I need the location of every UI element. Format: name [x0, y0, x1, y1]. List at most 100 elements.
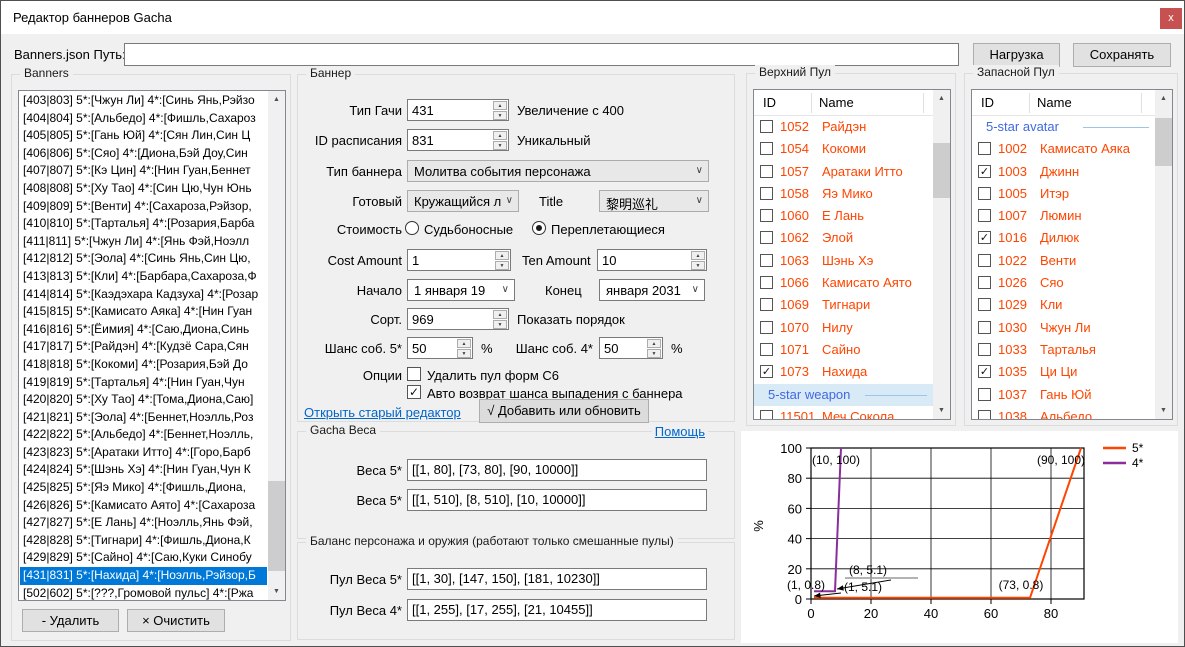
row-checkbox[interactable] — [760, 343, 773, 356]
cost-amount-input[interactable]: 1▲▼ — [407, 249, 511, 271]
chevron-down-icon[interactable]: ∨ — [506, 195, 513, 206]
spin-up-icon[interactable]: ▲ — [495, 251, 509, 260]
list-item[interactable]: [428|828] 5*:[Тигнари] 4*:[Фишль,Диона,К — [20, 532, 267, 550]
table-row[interactable]: 1033Тарталья — [972, 339, 1155, 361]
column-header-id[interactable]: ID — [981, 95, 994, 110]
row-checkbox[interactable] — [978, 321, 991, 334]
delete-banner-button[interactable]: - Удалить — [22, 609, 119, 632]
weights5-input[interactable]: [[1, 80], [73, 80], [90, 10000]] — [407, 459, 707, 481]
remove-c6-pool-checkbox[interactable] — [407, 367, 421, 381]
row-checkbox[interactable]: ✓ — [760, 365, 773, 378]
pool-weights5-input[interactable]: [[1, 30], [147, 150], [181, 10230]] — [407, 568, 707, 590]
list-item[interactable]: [414|814] 5*:[Каэдэхара Кадзуха] 4*:[Роз… — [20, 286, 267, 304]
row-checkbox[interactable] — [978, 142, 991, 155]
spin-up-icon[interactable]: ▲ — [647, 339, 661, 348]
reserve-pool-listview[interactable]: ID Name 5-star avatar1002Камисато Аяка✓1… — [971, 89, 1173, 420]
table-row[interactable]: 1057Аратаки Итто — [754, 161, 933, 183]
table-row[interactable]: 1071Сайно — [754, 339, 933, 361]
spin-up-icon[interactable]: ▲ — [493, 131, 507, 140]
list-item[interactable]: [431|831] 5*:[Нахида] 4*:[Ноэлль,Рэйзор,… — [20, 567, 267, 585]
table-row[interactable]: 1005Итэр — [972, 183, 1155, 205]
row-checkbox[interactable] — [760, 187, 773, 200]
list-item[interactable]: [424|824] 5*:[Шэнь Хэ] 4*:[Нин Гуан,Чун … — [20, 461, 267, 479]
spin-down-icon[interactable]: ▼ — [495, 261, 509, 270]
row-checkbox[interactable] — [760, 410, 773, 419]
scroll-thumb[interactable] — [268, 481, 285, 571]
row-checkbox[interactable] — [760, 231, 773, 244]
list-item[interactable]: [409|809] 5*:[Венти] 4*:[Сахароза,Рэйзор… — [20, 198, 267, 216]
table-row[interactable]: 1069Тигнари — [754, 294, 933, 316]
clear-banners-button[interactable]: × Очистить — [127, 609, 225, 632]
row-checkbox[interactable]: ✓ — [978, 165, 991, 178]
chevron-down-icon[interactable]: ∨ — [696, 165, 703, 176]
table-row[interactable]: 1002Камисато Аяка — [972, 138, 1155, 160]
table-row[interactable]: 11501Меч Сокола — [754, 406, 933, 419]
list-item[interactable]: [418|818] 5*:[Кокоми] 4*:[Розария,Бэй До — [20, 356, 267, 374]
table-row[interactable]: 1037Гань Юй — [972, 384, 1155, 406]
list-item[interactable]: [404|804] 5*:[Альбедо] 4*:[Фишль,Сахароз — [20, 110, 267, 128]
row-checkbox[interactable] — [760, 120, 773, 133]
row-checkbox[interactable] — [760, 165, 773, 178]
add-or-update-button[interactable]: √ Добавить или обновить — [479, 399, 649, 423]
table-row[interactable]: 1038Альбедо — [972, 406, 1155, 419]
row-checkbox[interactable] — [978, 298, 991, 311]
table-row[interactable]: ✓1003Джинн — [972, 161, 1155, 183]
save-button[interactable]: Сохранять — [1073, 43, 1171, 67]
table-row[interactable]: ✓1016Дилюк — [972, 227, 1155, 249]
scroll-up-icon[interactable]: ▲ — [1155, 90, 1172, 107]
table-row[interactable]: ✓1073Нахида — [754, 361, 933, 383]
scroll-thumb[interactable] — [933, 143, 950, 198]
row-checkbox[interactable] — [760, 209, 773, 222]
title-select[interactable]: 黎明巡礼∨ — [599, 190, 709, 212]
list-item[interactable]: [425|825] 5*:[Яэ Мико] 4*:[Фишль,Диона, — [20, 479, 267, 497]
banner-type-select[interactable]: Молитва события персонажа∨ — [407, 160, 709, 182]
list-item[interactable]: [406|806] 5*:[Сяо] 4*:[Диона,Бэй Доу,Син — [20, 145, 267, 163]
scroll-down-icon[interactable]: ▼ — [933, 402, 950, 419]
scroll-up-icon[interactable]: ▲ — [933, 90, 950, 107]
chevron-down-icon[interactable]: ∨ — [692, 284, 699, 295]
row-checkbox[interactable] — [760, 321, 773, 334]
end-date-picker[interactable]: января 2031∨ — [599, 279, 705, 301]
chevron-down-icon[interactable]: ∨ — [696, 195, 703, 206]
scroll-thumb[interactable] — [1155, 118, 1172, 166]
open-old-editor-link[interactable]: Открыть старый редактор — [304, 405, 461, 420]
table-row[interactable]: 1060Е Лань — [754, 205, 933, 227]
spin-up-icon[interactable]: ▲ — [691, 251, 705, 260]
chance5-input[interactable]: 50▲▼ — [407, 337, 473, 359]
weights4-input[interactable]: [[1, 510], [8, 510], [10, 10000]] — [407, 489, 707, 511]
column-header-id[interactable]: ID — [763, 95, 776, 110]
table-row[interactable]: 1063Шэнь Хэ — [754, 250, 933, 272]
pool-weights4-input[interactable]: [[1, 255], [17, 255], [21, 10455]] — [407, 599, 707, 621]
chance4-input[interactable]: 50▲▼ — [599, 337, 663, 359]
schedule-id-input[interactable]: 831▲▼ — [407, 129, 509, 151]
list-item[interactable]: [415|815] 5*:[Камисато Аяка] 4*:[Нин Гуа… — [20, 303, 267, 321]
column-header-name[interactable]: Name — [819, 95, 854, 110]
table-row[interactable]: 1066Камисато Аято — [754, 272, 933, 294]
chevron-down-icon[interactable]: ∨ — [502, 284, 509, 295]
list-item[interactable]: [408|808] 5*:[Ху Тао] 4*:[Син Цю,Чун Юнь — [20, 180, 267, 198]
row-checkbox[interactable] — [978, 343, 991, 356]
row-checkbox[interactable] — [760, 254, 773, 267]
list-item[interactable]: [502|602] 5*:[???,Громовой пульс] 4*:[Рж… — [20, 585, 267, 600]
spin-down-icon[interactable]: ▼ — [493, 141, 507, 150]
spin-down-icon[interactable]: ▼ — [691, 261, 705, 270]
table-row[interactable]: 1054Кокоми — [754, 138, 933, 160]
gacha-type-input[interactable]: 431▲▼ — [407, 99, 509, 121]
row-checkbox[interactable] — [760, 298, 773, 311]
list-item[interactable]: [417|817] 5*:[Райдэн] 4*:[Кудзё Сара,Сян — [20, 338, 267, 356]
scroll-down-icon[interactable]: ▼ — [268, 583, 285, 600]
spin-up-icon[interactable]: ▲ — [457, 339, 471, 348]
list-item[interactable]: [427|827] 5*:[Е Лань] 4*:[Ноэлль,Янь Фэй… — [20, 514, 267, 532]
row-checkbox[interactable] — [760, 142, 773, 155]
begin-date-picker[interactable]: 1 января 19∨ — [407, 279, 515, 301]
path-input[interactable] — [124, 43, 959, 66]
upper-pool-scrollbar[interactable]: ▲▼ — [933, 90, 950, 419]
row-checkbox[interactable]: ✓ — [978, 365, 991, 378]
cost-radio-fate[interactable] — [405, 221, 419, 235]
list-item[interactable]: [413|813] 5*:[Кли] 4*:[Барбара,Сахароза,… — [20, 268, 267, 286]
scroll-down-icon[interactable]: ▼ — [1155, 402, 1172, 419]
spin-down-icon[interactable]: ▼ — [493, 320, 507, 329]
close-button[interactable]: x — [1160, 8, 1182, 29]
row-checkbox[interactable] — [978, 388, 991, 401]
list-item[interactable]: [407|807] 5*:[Кэ Цин] 4*:[Нин Гуан,Бенне… — [20, 162, 267, 180]
